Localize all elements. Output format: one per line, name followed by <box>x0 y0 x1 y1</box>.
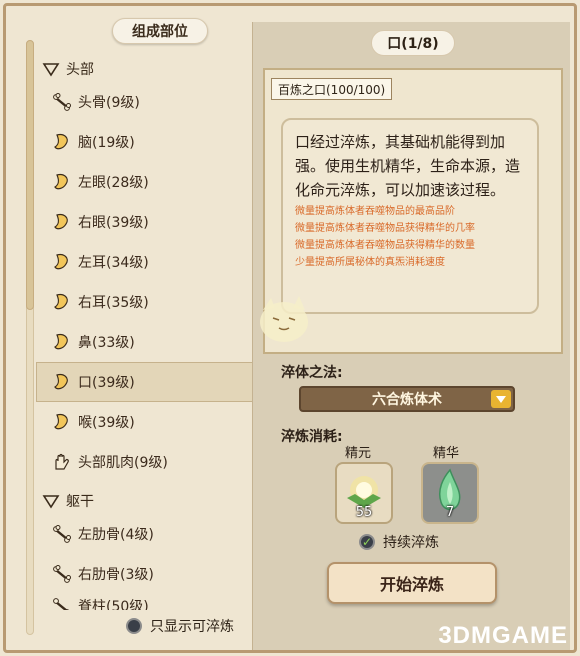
organ-icon <box>52 372 72 392</box>
description-text: 口经过淬炼，其基础机能得到加强。使用生机精华，生命本源，造化命元淬炼，可以加速该… <box>295 133 521 199</box>
list-item-head-muscle[interactable]: 头部肌肉(9级) <box>40 442 262 482</box>
list-item-label: 右耳(35级) <box>78 295 149 311</box>
list-item-label: 头骨(9级) <box>78 95 140 111</box>
effect-line: 微量提高炼体者吞噬物品的最高品阶 <box>295 206 455 217</box>
resource-slot-essence-green[interactable]: 7 <box>421 462 479 524</box>
refinement-tag: 百炼之口(100/100) <box>271 78 393 100</box>
bone-icon <box>52 92 72 112</box>
continuous-refine-toggle[interactable]: ✓ 持续淬炼 <box>359 532 439 552</box>
list-item-throat[interactable]: 喉(39级) <box>40 402 262 442</box>
group-label: 躯干 <box>66 494 94 510</box>
method-value: 六合炼体术 <box>372 392 442 408</box>
list-item-label: 左耳(34级) <box>78 255 149 271</box>
list-item-label: 头部肌肉(9级) <box>78 455 168 471</box>
mascot-icon <box>260 296 308 342</box>
description-box: 口经过淬炼，其基础机能得到加强。使用生机精华，生命本源，造化命元淬炼，可以加速该… <box>281 118 539 314</box>
organ-icon <box>52 252 72 272</box>
organ-icon <box>52 172 72 192</box>
resource-count: 7 <box>445 505 455 520</box>
list-item-label: 脑(19级) <box>78 135 135 151</box>
list-item-label: 脊柱(50级) <box>78 599 149 610</box>
chevron-down-icon[interactable] <box>491 390 511 408</box>
effect-line: 微量提高炼体者吞噬物品获得精华的数量 <box>295 240 475 251</box>
method-dropdown[interactable]: 六合炼体术 <box>299 386 515 412</box>
cost-label: 淬炼消耗: <box>281 429 343 445</box>
list-scrollbar-thumb[interactable] <box>26 40 34 310</box>
collapse-triangle-icon <box>42 63 60 77</box>
effect-line: 微量提高炼体者吞噬物品获得精华的几率 <box>295 223 475 234</box>
list-item-label: 鼻(33级) <box>78 335 135 351</box>
watermark-logo: 3DMGAME <box>438 622 568 649</box>
list-item-spine[interactable]: 脊柱(50级) <box>40 594 262 610</box>
resource-label: 精元 <box>345 446 372 461</box>
start-refine-button[interactable]: 开始淬炼 <box>327 562 497 604</box>
filter-toggle[interactable]: 只显示可淬炼 <box>126 616 234 636</box>
detail-panel: 口(1/8) 百炼之口(100/100) 口经过淬炼，其基础机能得到加强。使用生… <box>252 22 570 650</box>
list-item-right-rib[interactable]: 右肋骨(3级) <box>40 554 262 594</box>
group-torso[interactable]: 躯干 <box>42 488 262 514</box>
effect-line: 少量提高所属秘体的真炁消耗速度 <box>295 257 445 268</box>
resource-slot-essence[interactable]: 55 <box>335 462 393 524</box>
list-item-mouth[interactable]: 口(39级) <box>36 362 262 402</box>
list-item-skull[interactable]: 头骨(9级) <box>40 82 262 122</box>
resource-label: 精华 <box>433 446 460 461</box>
filter-radio-icon[interactable] <box>126 618 142 634</box>
list-item-right-eye[interactable]: 右眼(39级) <box>40 202 262 242</box>
detail-title: 口(1/8) <box>371 30 455 56</box>
resource-count: 55 <box>355 505 373 520</box>
organ-icon <box>52 332 72 352</box>
continuous-label: 持续淬炼 <box>383 535 439 551</box>
collapse-triangle-icon <box>42 495 60 509</box>
method-label: 淬体之法: <box>281 365 343 381</box>
list-item-left-rib[interactable]: 左肋骨(4级) <box>40 514 262 554</box>
list-item-label: 口(39级) <box>78 375 135 391</box>
list-item-label: 喉(39级) <box>78 415 135 431</box>
list-item-label: 左眼(28级) <box>78 175 149 191</box>
list-item-left-eye[interactable]: 左眼(28级) <box>40 162 262 202</box>
bone-icon <box>52 524 72 544</box>
description-scroll: 百炼之口(100/100) 口经过淬炼，其基础机能得到加强。使用生机精华，生命本… <box>260 68 563 354</box>
check-icon[interactable]: ✓ <box>359 534 375 550</box>
muscle-icon <box>52 452 72 472</box>
body-parts-title: 组成部位 <box>112 18 208 44</box>
list-item-right-ear[interactable]: 右耳(35级) <box>40 282 262 322</box>
organ-icon <box>52 132 72 152</box>
organ-icon <box>52 412 72 432</box>
list-item-label: 右肋骨(3级) <box>78 567 154 583</box>
filter-label: 只显示可淬炼 <box>150 619 234 635</box>
list-item-nose[interactable]: 鼻(33级) <box>40 322 262 362</box>
list-item-label: 右眼(39级) <box>78 215 149 231</box>
bone-icon <box>52 596 72 610</box>
list-item-left-ear[interactable]: 左耳(34级) <box>40 242 262 282</box>
list-item-label: 左肋骨(4级) <box>78 527 154 543</box>
body-parts-panel: 组成部位 头部 头骨(9级) 脑(19级) 左眼(28级) 右眼(39级) 左耳… <box>8 10 262 650</box>
bone-icon <box>52 564 72 584</box>
group-head[interactable]: 头部 <box>42 56 262 82</box>
list-item-brain[interactable]: 脑(19级) <box>40 122 262 162</box>
body-parts-tree: 头部 头骨(9级) 脑(19级) 左眼(28级) 右眼(39级) 左耳(34级)… <box>36 56 262 610</box>
group-label: 头部 <box>66 62 94 78</box>
organ-icon <box>52 212 72 232</box>
organ-icon <box>52 292 72 312</box>
